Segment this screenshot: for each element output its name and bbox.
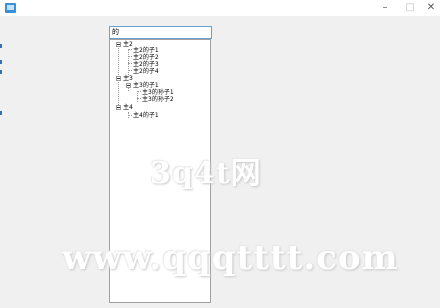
tree-node-root[interactable]: 主4 <box>123 104 133 111</box>
tree-node-child[interactable]: 主2的子2 <box>133 54 159 61</box>
tree-node-child[interactable]: 主2的子4 <box>133 68 159 75</box>
collapse-toggle-icon[interactable] <box>116 42 121 47</box>
tree-node-grandchild[interactable]: 主3的孙子1 <box>142 89 174 96</box>
app-window: – □ ✕ 主2 主2的子1 主2的子2 主2的子3 主2的子4 主3 <box>0 0 440 308</box>
left-edge-marks <box>0 16 3 308</box>
close-button[interactable]: ✕ <box>418 0 440 16</box>
tree-node-root[interactable]: 主3 <box>123 75 133 82</box>
tree-node-child[interactable]: 主2的子1 <box>133 47 159 54</box>
tree-node-child[interactable]: 主2的子3 <box>133 61 159 68</box>
tree-node-grandchild[interactable]: 主3的孙子2 <box>142 96 174 103</box>
tree-view[interactable]: 主2 主2的子1 主2的子2 主2的子3 主2的子4 主3 主3的子1 主3的孙… <box>109 39 211 303</box>
search-input[interactable] <box>109 26 212 39</box>
title-bar: – □ ✕ <box>0 0 440 16</box>
tree-node-child[interactable]: 主3的子1 <box>133 82 159 89</box>
collapse-toggle-icon[interactable] <box>116 105 121 110</box>
minimize-button[interactable]: – <box>372 0 398 16</box>
app-icon <box>5 3 16 13</box>
tree-node-root[interactable]: 主2 <box>123 41 133 48</box>
collapse-toggle-icon[interactable] <box>126 83 131 88</box>
tree-node-child[interactable]: 主4的子1 <box>133 112 159 119</box>
collapse-toggle-icon[interactable] <box>116 76 121 81</box>
